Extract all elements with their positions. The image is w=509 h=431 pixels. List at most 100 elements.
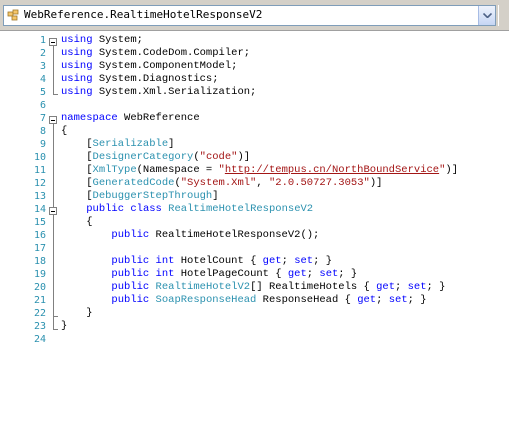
code-line[interactable]: 5 using System.Xml.Serialization; [0, 86, 509, 99]
code-token: ; } [313, 255, 332, 267]
code-line[interactable]: 18 public int HotelCount { get; set; } [0, 255, 509, 268]
code-line[interactable]: 16 public RealtimeHotelResponseV2(); [0, 229, 509, 242]
code-token: (Namespace = [136, 164, 219, 176]
code-token: HotelPageCount { [174, 268, 288, 280]
string-token: "2.0.50727.3053" [268, 177, 370, 189]
code-token: { [61, 216, 93, 228]
code-text: public SoapResponseHead ResponseHead { g… [61, 294, 426, 307]
code-line[interactable]: 9 [Serializable] [0, 138, 509, 151]
code-line[interactable]: 4 using System.Diagnostics; [0, 73, 509, 86]
keyword-token: public [86, 203, 125, 215]
code-token: System; [92, 34, 143, 46]
code-line[interactable]: 8{ [0, 125, 509, 138]
line-number: 5 [39, 87, 46, 98]
keyword-token: set [388, 294, 408, 306]
line-number: 6 [39, 100, 46, 111]
code-line[interactable]: 3 using System.ComponentModel; [0, 60, 509, 73]
line-number: 15 [33, 217, 46, 228]
code-line[interactable]: 17 [0, 242, 509, 255]
line-number: 10 [33, 152, 46, 163]
code-text: using System.ComponentModel; [61, 60, 237, 73]
outline-end-tick [53, 94, 58, 95]
string-token[interactable]: http://tempus.cn/NorthBoundService [225, 164, 439, 176]
code-token: ; [281, 255, 295, 267]
line-number: 11 [33, 165, 46, 176]
code-line[interactable]: 10 [DesignerCategory("code")] [0, 151, 509, 164]
code-line[interactable]: 15 { [0, 216, 509, 229]
keyword-token: public [111, 281, 150, 293]
code-token: HotelCount { [174, 255, 263, 267]
code-line[interactable]: 22 } [0, 307, 509, 320]
code-line[interactable]: 2 using System.CodeDom.Compiler; [0, 47, 509, 60]
type-token: DesignerCategory [92, 151, 194, 163]
code-token: )] [369, 177, 383, 189]
line-number: 24 [33, 334, 46, 345]
line-number: 12 [33, 178, 46, 189]
keyword-token: using [61, 60, 93, 72]
code-line[interactable]: 12 [GeneratedCode("System.Xml", "2.0.507… [0, 177, 509, 190]
code-line[interactable]: 1 using System; [0, 34, 509, 47]
keyword-token: get [262, 255, 282, 267]
code-token: ] [168, 138, 175, 150]
code-line[interactable]: 14 public class RealtimeHotelResponseV2 [0, 203, 509, 216]
code-line[interactable]: 6 [0, 99, 509, 112]
code-token: [ [61, 190, 93, 202]
code-token: System.CodeDom.Compiler; [92, 47, 251, 59]
code-text: [XmlType(Namespace = "http://tempus.cn/N… [61, 164, 458, 177]
code-line[interactable]: 20 public RealtimeHotelV2[] RealtimeHote… [0, 281, 509, 294]
type-token: Serializable [92, 138, 169, 150]
navbar-splitter[interactable] [498, 5, 509, 26]
code-text: public int HotelPageCount { get; set; } [61, 268, 357, 281]
keyword-token: using [61, 86, 93, 98]
dropdown-button[interactable] [478, 6, 495, 25]
code-line[interactable]: 7 namespace WebReference [0, 112, 509, 125]
collapse-using-block-icon[interactable] [49, 38, 57, 46]
code-text: } [61, 307, 93, 320]
code-token: ; } [338, 268, 358, 280]
keyword-token: get [357, 294, 377, 306]
code-line[interactable]: 19 public int HotelPageCount { get; set;… [0, 268, 509, 281]
code-editor[interactable]: 1 using System; 2 using System.CodeDom.Comp… [0, 31, 509, 431]
code-token: ] [212, 190, 219, 202]
code-text: using System.CodeDom.Compiler; [61, 47, 250, 60]
code-text: public int HotelCount { get; set; } [61, 255, 332, 268]
code-text: namespace WebReference [61, 112, 200, 125]
code-text: using System; [61, 34, 143, 47]
code-token: , [256, 177, 269, 189]
line-number: 13 [33, 191, 46, 202]
line-number: 20 [33, 282, 46, 293]
line-number: 9 [39, 139, 46, 150]
code-token: ; [376, 294, 389, 306]
line-number: 2 [39, 48, 46, 59]
type-selector-dropdown[interactable]: WebReference.RealtimeHotelResponseV2 [3, 5, 496, 26]
code-token: [ [61, 177, 93, 189]
code-token: } [61, 307, 93, 319]
collapse-class-icon[interactable] [49, 207, 57, 215]
code-token: [ [61, 151, 93, 163]
line-number: 17 [33, 243, 46, 254]
code-line[interactable]: 11 [XmlType(Namespace = "http://tempus.c… [0, 164, 509, 177]
type-token: RealtimeHotelResponseV2 [168, 203, 314, 215]
code-token: [ [61, 138, 93, 150]
code-token: ResponseHead { [256, 294, 358, 306]
code-token: )] [445, 164, 459, 176]
keyword-token: int [155, 255, 175, 267]
collapse-namespace-icon[interactable] [49, 116, 57, 124]
code-token: ; [395, 281, 408, 293]
code-line[interactable]: 21 public SoapResponseHead ResponseHead … [0, 294, 509, 307]
line-number: 22 [33, 308, 46, 319]
type-token: XmlType [92, 164, 137, 176]
code-line[interactable]: 24 [0, 333, 509, 346]
code-line[interactable]: 23} [0, 320, 509, 333]
code-token: System.ComponentModel; [92, 60, 238, 72]
code-line[interactable]: 13 [DebuggerStepThrough] [0, 190, 509, 203]
code-text: } [61, 320, 67, 333]
code-token: System.Diagnostics; [92, 73, 219, 85]
code-text: [GeneratedCode("System.Xml", "2.0.50727.… [61, 177, 382, 190]
chevron-down-icon [483, 13, 492, 18]
